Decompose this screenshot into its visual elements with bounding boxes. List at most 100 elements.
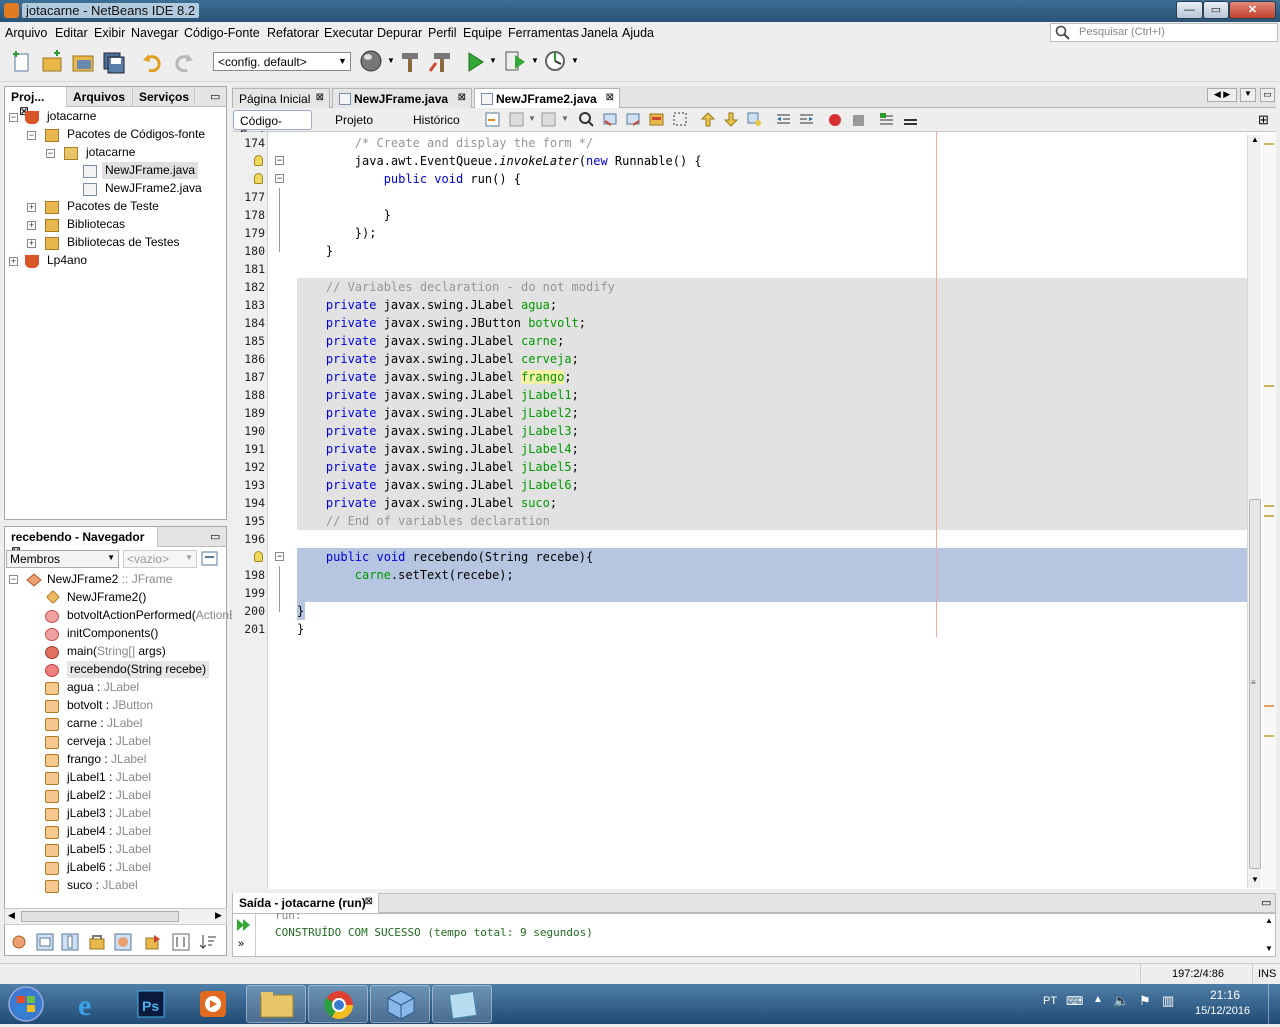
sort-by-name-icon[interactable] xyxy=(172,933,190,951)
maximize-button[interactable]: ▭ xyxy=(1203,1,1229,19)
navigator-member[interactable]: recebendo(String recebe) xyxy=(67,661,210,678)
code-line[interactable]: private javax.swing.JLabel jLabel5; xyxy=(297,458,579,476)
navigator-member[interactable]: jLabel3 : JLabel xyxy=(67,805,151,822)
sort-by-source-icon[interactable] xyxy=(144,933,162,951)
stop-macro-icon[interactable] xyxy=(850,111,867,128)
action-center-icon[interactable]: ⚑ xyxy=(1139,993,1151,1009)
shift-left-icon[interactable] xyxy=(775,111,792,128)
search-input[interactable]: Pesquisar (Ctrl+I) xyxy=(1050,23,1278,42)
navigator-member[interactable]: main(String[] args) xyxy=(67,643,166,660)
code-line[interactable]: // End of variables declaration xyxy=(297,512,550,530)
warning-mark[interactable] xyxy=(1264,385,1274,387)
collapse-icon[interactable]: − xyxy=(27,131,36,140)
taskbar-explorer[interactable] xyxy=(246,985,306,1023)
warning-mark[interactable] xyxy=(1264,505,1274,507)
static-filter-icon[interactable] xyxy=(61,933,79,951)
build-hammer-icon[interactable] xyxy=(398,49,424,75)
taskbar-netbeans[interactable] xyxy=(370,985,430,1023)
code-line[interactable]: private javax.swing.JLabel suco; xyxy=(297,494,557,512)
navigator-member[interactable]: jLabel6 : JLabel xyxy=(67,859,151,876)
clock-date[interactable]: 15/12/2016 xyxy=(1195,1005,1250,1017)
navigator-hscrollbar[interactable]: ◀ ▶ xyxy=(4,908,227,925)
minimize-panel-icon[interactable]: ▭ xyxy=(210,530,220,543)
menu-perfil[interactable]: Perfil xyxy=(428,26,456,40)
minimize-button[interactable]: — xyxy=(1176,1,1203,19)
view-design-button[interactable]: Projeto xyxy=(329,110,379,130)
next-bookmark-icon[interactable] xyxy=(723,111,740,128)
taskbar-media-player[interactable] xyxy=(184,985,244,1023)
tree-item-libraries[interactable]: Bibliotecas xyxy=(67,216,125,233)
minimize-panel-icon[interactable]: ▭ xyxy=(210,90,220,103)
menu-equipe[interactable]: Equipe xyxy=(463,26,502,40)
maximize-editor-icon[interactable]: ▭ xyxy=(1260,88,1275,102)
output-panel[interactable]: » run: CONSTRUÍDO COM SUCESSO (tempo tot… xyxy=(232,909,1276,957)
close-icon[interactable]: ⊠ xyxy=(606,92,614,103)
taskbar-photoshop[interactable]: Ps xyxy=(122,985,182,1023)
volume-icon[interactable]: 🔈 xyxy=(1113,993,1129,1009)
menu-navegar[interactable]: Navegar xyxy=(131,26,178,40)
scroll-up-icon[interactable]: ▲ xyxy=(1265,916,1273,925)
profile-icon[interactable] xyxy=(543,49,569,75)
scroll-down-icon[interactable]: ▼ xyxy=(1251,875,1259,884)
new-project-icon[interactable] xyxy=(40,50,64,74)
navigator-member[interactable]: agua : JLabel xyxy=(67,679,139,696)
split-editor-icon[interactable]: ⊞ xyxy=(1258,112,1269,128)
code-line[interactable]: private javax.swing.JLabel agua; xyxy=(297,296,557,314)
close-button[interactable]: ✕ xyxy=(1229,1,1276,19)
warning-mark[interactable] xyxy=(1264,143,1274,145)
menu-executar[interactable]: Executar xyxy=(324,26,373,40)
editor-vscrollbar[interactable]: ▲ ≡ ▼ xyxy=(1247,135,1261,888)
warning-mark[interactable] xyxy=(1264,515,1274,517)
chevron-down-icon[interactable]: ▼ xyxy=(387,56,395,65)
code-line[interactable]: private javax.swing.JLabel jLabel1; xyxy=(297,386,579,404)
start-button-icon[interactable] xyxy=(6,985,46,1023)
show-hidden-icons-icon[interactable]: ▲ xyxy=(1093,994,1103,1005)
chevron-down-icon[interactable]: ▼ xyxy=(561,114,569,123)
fold-icon[interactable]: − xyxy=(275,156,284,165)
taskbar-internet-explorer[interactable]: e xyxy=(60,985,120,1023)
code-editor[interactable]: 174 177 178 179 180 181 182 183 184 185 186 187 188 1… xyxy=(232,132,1276,889)
menu-ferramentas[interactable]: Ferramentas xyxy=(508,26,579,40)
collapse-icon[interactable]: − xyxy=(9,575,18,584)
find-previous-icon[interactable] xyxy=(602,111,619,128)
clock-time[interactable]: 21:16 xyxy=(1210,988,1240,1002)
code-line[interactable]: public void recebendo(String recebe){ xyxy=(297,548,593,566)
config-select[interactable]: <config. default> xyxy=(213,52,351,71)
taskbar-notes[interactable] xyxy=(432,985,492,1023)
fold-icon[interactable]: − xyxy=(275,174,284,183)
tab-pagina-inicial[interactable]: Página Inicial ⊠ xyxy=(232,88,330,108)
show-desktop-button[interactable] xyxy=(1268,984,1280,1024)
code-line[interactable]: } xyxy=(297,206,391,224)
navigator-member[interactable]: jLabel1 : JLabel xyxy=(67,769,151,786)
toggle-highlight-icon[interactable] xyxy=(648,111,665,128)
comment-icon[interactable] xyxy=(878,111,895,128)
scroll-left-icon[interactable]: ◀ xyxy=(8,910,15,921)
tree-item-newjframe[interactable]: NewJFrame.java xyxy=(102,162,199,179)
non-public-filter-icon[interactable] xyxy=(88,933,106,951)
code-line[interactable]: } xyxy=(297,242,333,260)
code-line[interactable]: public void run() { xyxy=(297,170,521,188)
navigator-member[interactable]: botvolt : JButton xyxy=(67,697,153,714)
language-indicator[interactable]: PT xyxy=(1043,995,1057,1007)
undo-icon[interactable] xyxy=(141,50,165,74)
close-icon[interactable]: ⊠ xyxy=(316,92,324,103)
code-line[interactable]: } xyxy=(297,620,304,638)
code-line[interactable]: /* Create and display the form */ xyxy=(297,134,593,152)
empty-filter-select[interactable]: <vazio> ▼ xyxy=(123,550,197,568)
navigator-root-class[interactable]: NewJFrame2 :: JFrame xyxy=(47,571,172,588)
warning-mark[interactable] xyxy=(1264,705,1274,707)
shift-right-icon[interactable] xyxy=(798,111,815,128)
uncomment-icon[interactable] xyxy=(902,111,919,128)
close-icon[interactable]: ⊠ xyxy=(365,896,373,907)
redo-icon[interactable] xyxy=(171,50,195,74)
network-icon[interactable]: ▥ xyxy=(1162,993,1174,1009)
menu-arquivo[interactable]: Arquivo xyxy=(5,26,47,40)
hint-bulb-icon[interactable] xyxy=(254,173,263,184)
menu-editar[interactable]: Editar xyxy=(55,26,88,40)
menu-exibir[interactable]: Exibir xyxy=(94,26,125,40)
scroll-down-icon[interactable]: ▼ xyxy=(1265,944,1273,953)
tree-item-jotacarne-package[interactable]: jotacarne xyxy=(86,144,135,161)
find-selection-icon[interactable] xyxy=(578,111,595,128)
code-line[interactable]: private javax.swing.JLabel frango; xyxy=(297,368,572,386)
hint-bulb-icon[interactable] xyxy=(254,155,263,166)
